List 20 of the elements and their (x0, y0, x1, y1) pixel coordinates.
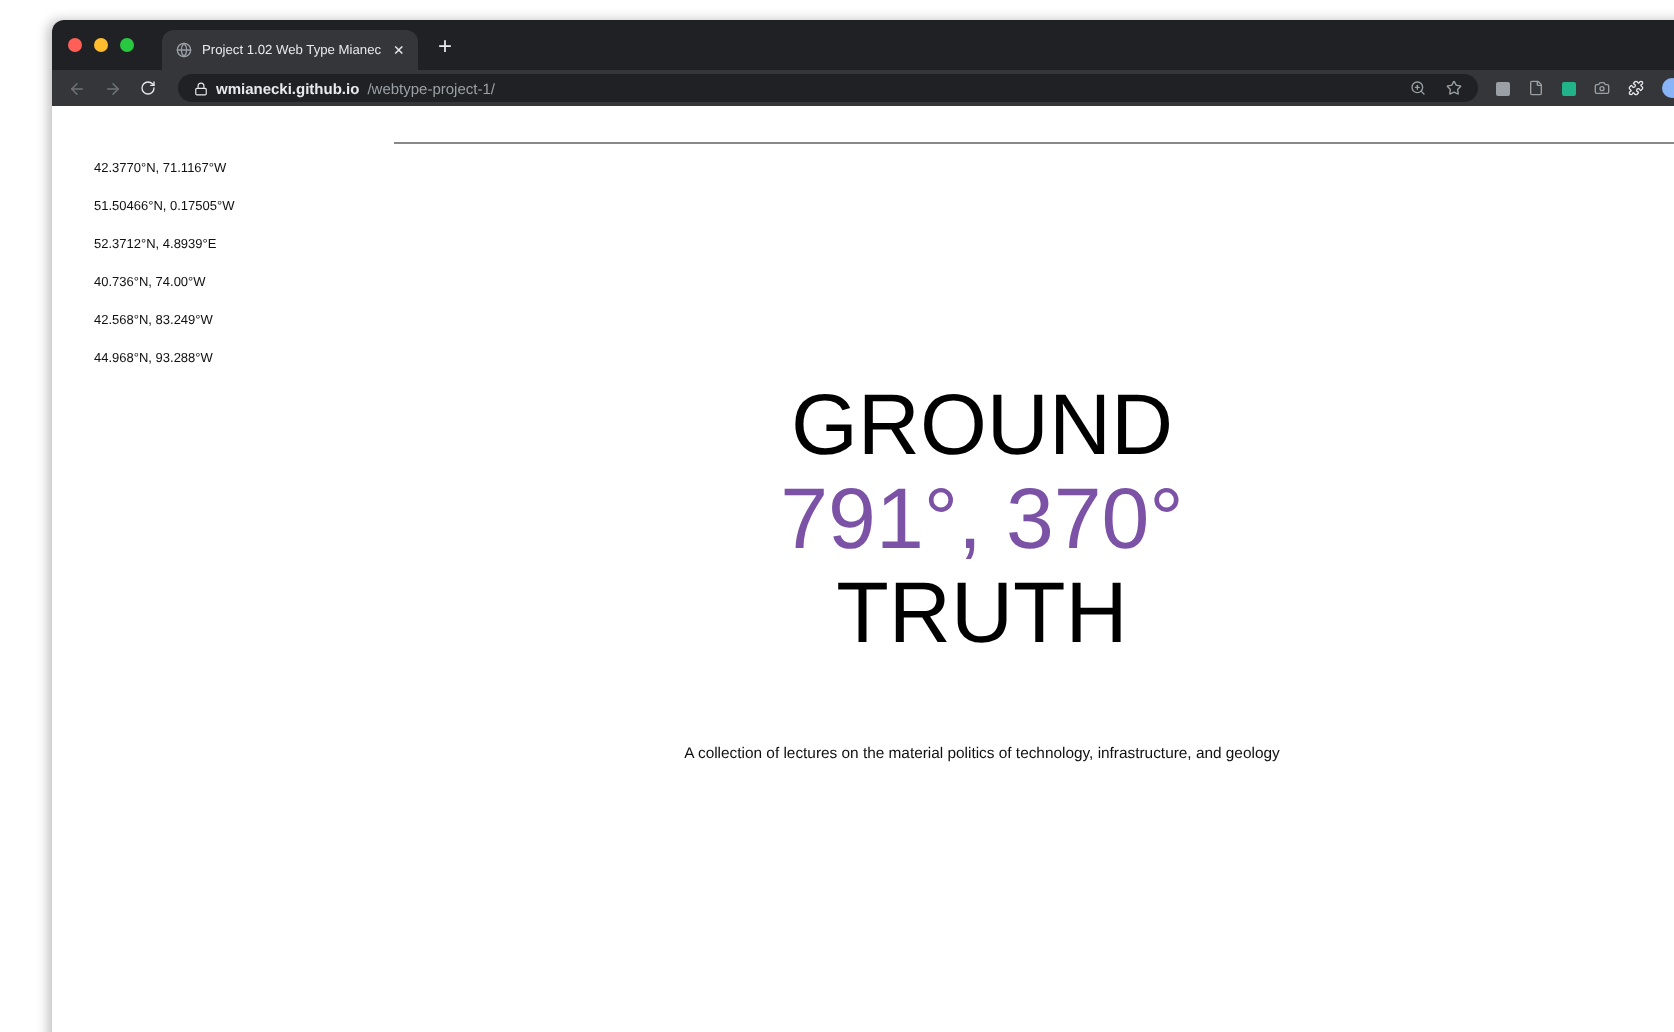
puzzle-icon[interactable] (1628, 80, 1644, 96)
camera-icon[interactable] (1594, 80, 1610, 96)
star-icon[interactable] (1446, 80, 1462, 96)
reload-icon[interactable] (140, 80, 156, 96)
title-line: TRUTH (836, 568, 1128, 662)
globe-icon (176, 42, 192, 58)
minimize-window-icon[interactable] (94, 38, 108, 52)
new-tab-button[interactable]: + (438, 31, 453, 59)
extension-icon[interactable] (1496, 81, 1510, 95)
back-icon[interactable] (68, 79, 86, 97)
tab-close-button[interactable]: × (393, 40, 404, 60)
zoom-icon[interactable] (1410, 80, 1426, 96)
close-window-icon[interactable] (68, 38, 82, 52)
title-line: 791°, 370° (780, 474, 1184, 568)
file-icon[interactable] (1528, 80, 1544, 96)
title-line: GROUND (790, 380, 1174, 474)
maximize-window-icon[interactable] (120, 38, 134, 52)
lock-icon (194, 81, 208, 95)
extension-icon[interactable] (1562, 81, 1576, 95)
forward-icon[interactable] (104, 79, 122, 97)
